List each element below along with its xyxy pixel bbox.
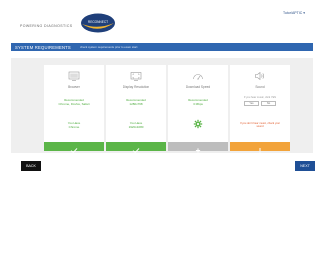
top-bar: POWERING DIAGNOSTICS RECONNECT Tutor/APT… — [0, 0, 324, 40]
sound-question: If you hear music, click YES — [243, 96, 277, 99]
back-button[interactable]: BACK — [21, 161, 41, 171]
download-speed-card: Download Speed Recommended 3 Mbps — [168, 65, 228, 153]
recommended-value: 1280x768 — [129, 102, 143, 106]
yes-button[interactable]: Yes — [244, 101, 259, 106]
you-have-value: 1920x1080 — [128, 125, 144, 129]
status-bar — [168, 142, 228, 153]
display-icon — [130, 72, 142, 81]
section-banner: SYSTEM REQUIREMENTS check system require… — [11, 43, 313, 51]
status-bar — [106, 142, 166, 154]
browser-card: Browser Recommended Chrome, Firefox, Saf… — [44, 65, 104, 154]
user-menu[interactable]: Tutor/APTIC ▾ — [283, 11, 305, 15]
sound-card: Sound If you hear music, click YES Yes N… — [230, 65, 290, 154]
section-title: SYSTEM REQUIREMENTS — [15, 44, 71, 50]
plus-icon — [195, 148, 201, 153]
user-name: Tutor/APTIC — [282, 11, 303, 15]
company-logo: RECONNECT — [81, 13, 115, 33]
next-button[interactable]: NEXT — [295, 161, 315, 171]
loading-gear-icon — [193, 119, 203, 129]
checkmark-icon — [70, 148, 78, 154]
logo-text: RECONNECT — [88, 20, 108, 24]
card-title: Browser — [68, 85, 80, 89]
monitor-icon — [68, 71, 80, 81]
sound-answer-group: Yes No — [244, 101, 276, 106]
recommended-value: 3 Mbps — [193, 102, 203, 106]
no-button[interactable]: No — [261, 101, 276, 106]
requirements-panel: Browser Recommended Chrome, Firefox, Saf… — [11, 58, 313, 154]
status-bar — [230, 142, 290, 154]
card-title: Download Speed — [185, 85, 211, 89]
section-subtitle: check system requirements prior to exam … — [80, 45, 138, 50]
card-title: Display Resolution — [122, 85, 150, 89]
status-bar — [44, 142, 104, 154]
you-have-value: Chrome — [68, 125, 80, 129]
sound-warning: If you don't hear music, check your soun… — [240, 122, 280, 129]
recommended-value: Chrome, Firefox, Safari — [58, 102, 90, 106]
exclamation-icon — [259, 148, 261, 154]
checkmark-icon — [132, 148, 140, 154]
speedometer-icon — [193, 74, 203, 80]
speaker-icon — [255, 71, 264, 81]
brand-text: POWERING DIAGNOSTICS — [20, 24, 73, 28]
card-title: Sound — [255, 85, 265, 89]
display-resolution-card: Display Resolution Recommended 1280x768 … — [106, 65, 166, 154]
